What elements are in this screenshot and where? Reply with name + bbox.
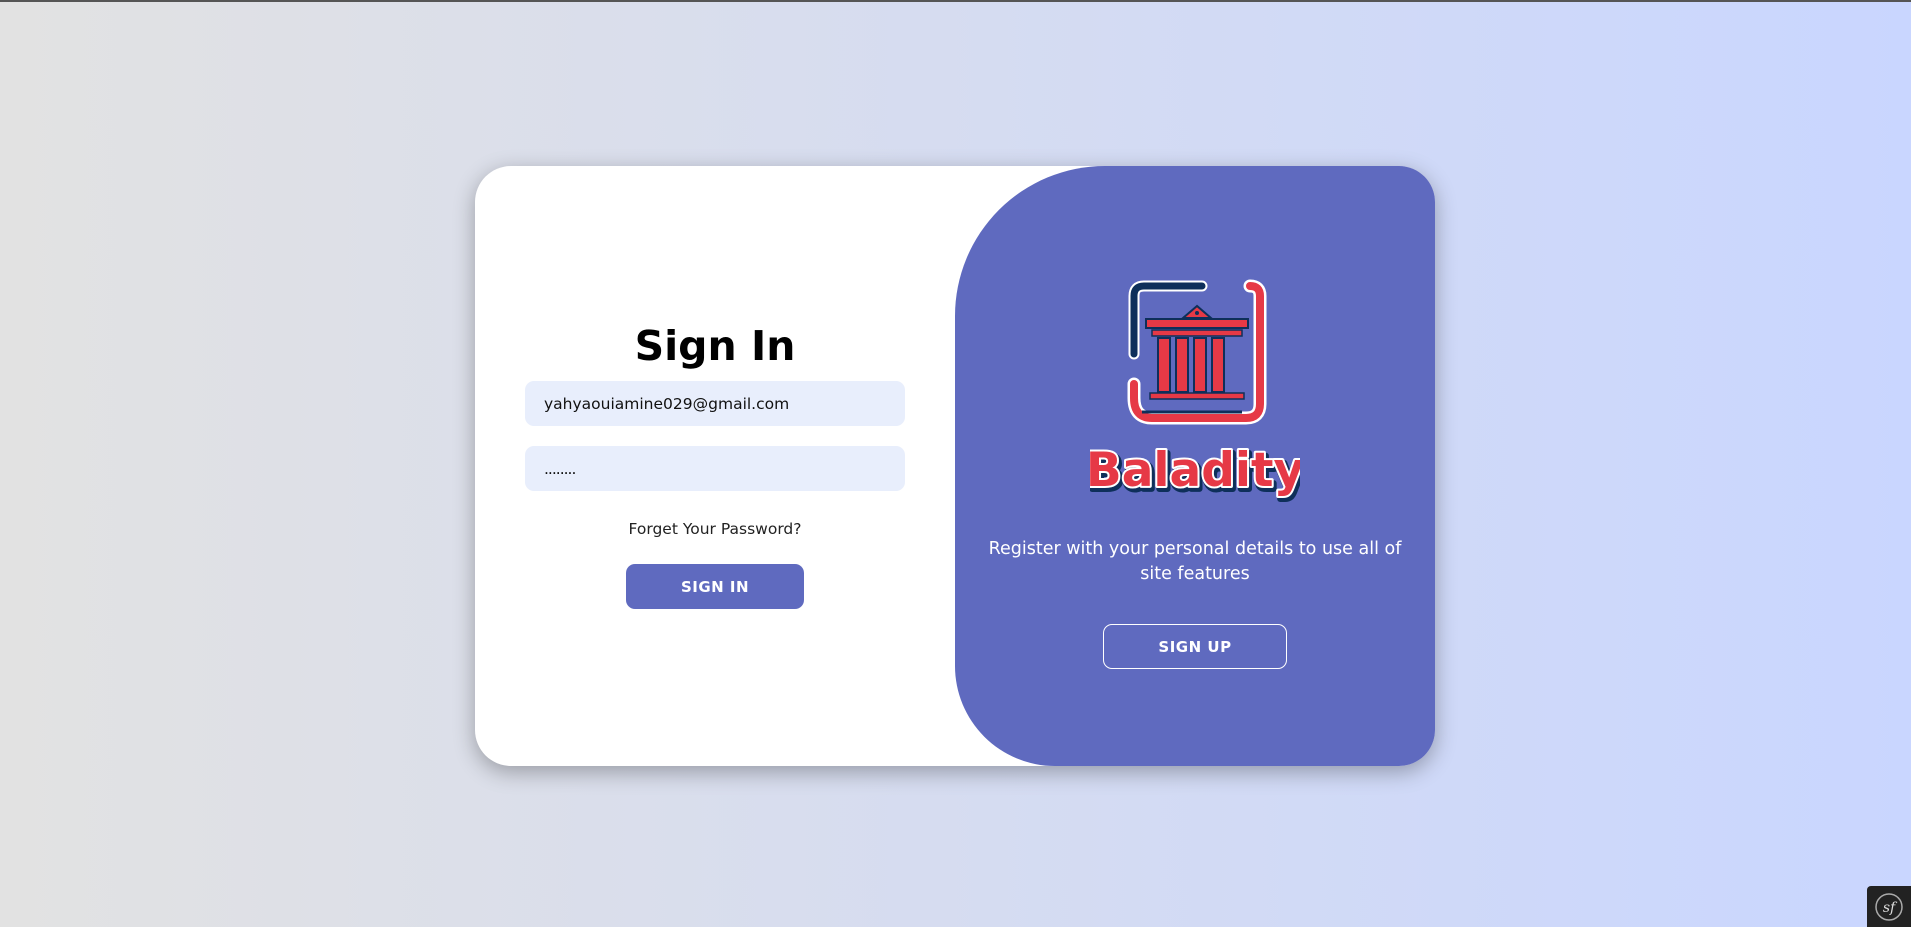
symfony-logo-icon: sf — [1875, 893, 1903, 921]
password-input[interactable] — [525, 446, 905, 491]
baladity-logo: Baladity Baladity — [1090, 279, 1300, 502]
forgot-password-link[interactable]: Forget Your Password? — [475, 520, 955, 538]
register-panel: Baladity Baladity Register with your per… — [955, 166, 1435, 766]
svg-text:Baladity: Baladity — [1090, 443, 1300, 498]
sign-in-title: Sign In — [634, 322, 796, 370]
window-top-border — [0, 0, 1911, 2]
sign-in-button[interactable]: SIGN IN — [626, 564, 804, 609]
register-description: Register with your personal details to u… — [988, 539, 1402, 584]
symfony-toolbar-toggle[interactable]: sf — [1867, 886, 1911, 927]
sign-up-button[interactable]: SIGN UP — [1103, 624, 1287, 669]
svg-text:sf: sf — [1883, 900, 1898, 916]
auth-card: Sign In Forget Your Password? SIGN IN — [475, 166, 1435, 766]
email-input[interactable] — [525, 381, 905, 426]
sign-in-form: Sign In Forget Your Password? SIGN IN — [475, 166, 955, 766]
